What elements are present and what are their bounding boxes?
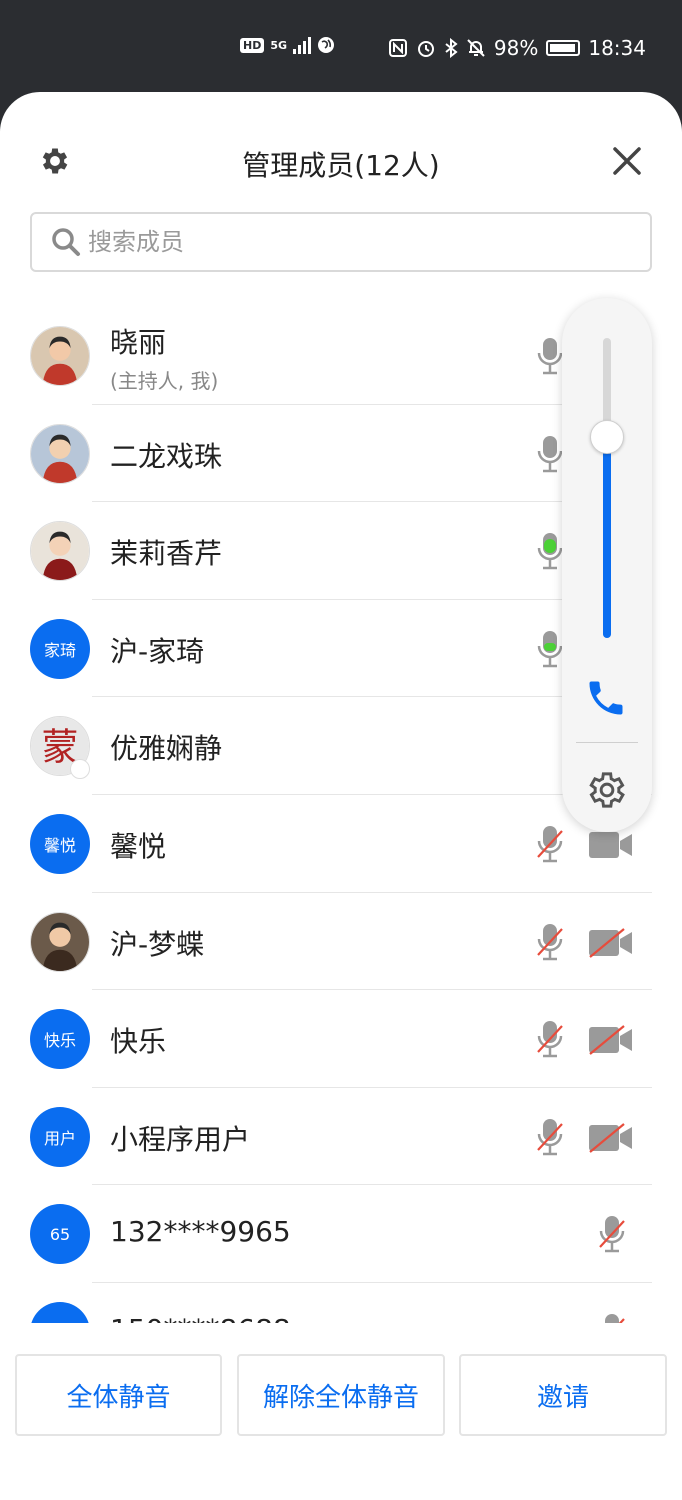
member-name: 优雅娴静 bbox=[110, 732, 223, 766]
member-row[interactable]: 88 150****8688 bbox=[0, 1283, 682, 1323]
search-icon bbox=[52, 228, 80, 256]
member-name: 小程序用户 bbox=[110, 1122, 251, 1156]
mic-muted-icon[interactable] bbox=[532, 823, 568, 865]
panel-divider bbox=[576, 742, 638, 743]
avatar bbox=[30, 521, 90, 582]
mic-muted-icon[interactable] bbox=[532, 1018, 568, 1060]
avatar: 家琦 bbox=[30, 618, 90, 679]
member-name: 晓丽 bbox=[110, 326, 167, 359]
avatar bbox=[30, 911, 90, 972]
network-label: 5G bbox=[270, 38, 288, 52]
footer-actions: 全体静音 解除全体静音 邀请 bbox=[0, 1323, 682, 1500]
clock: 18:34 bbox=[588, 36, 646, 60]
volume-slider-thumb[interactable] bbox=[590, 420, 624, 454]
mute-all-button[interactable]: 全体静音 bbox=[15, 1354, 222, 1436]
panel-settings-icon[interactable] bbox=[585, 768, 629, 812]
unmute-all-button[interactable]: 解除全体静音 bbox=[237, 1354, 445, 1436]
sheet-header: 管理成员(12人) bbox=[0, 92, 682, 212]
member-row[interactable]: 快乐 快乐 bbox=[0, 990, 682, 1088]
avatar: 65 bbox=[30, 1204, 90, 1265]
mic-muted-icon[interactable] bbox=[594, 1311, 630, 1323]
member-name: 茉莉香芹 bbox=[110, 537, 223, 571]
avatar: 馨悦 bbox=[30, 813, 90, 874]
camera-off-icon[interactable] bbox=[588, 1122, 634, 1154]
member-name: 馨悦 bbox=[110, 829, 167, 863]
member-name: 沪-梦蝶 bbox=[110, 927, 205, 961]
search-box[interactable] bbox=[30, 212, 652, 272]
invite-button[interactable]: 邀请 bbox=[459, 1354, 667, 1436]
avatar bbox=[30, 423, 90, 484]
close-icon[interactable] bbox=[610, 144, 644, 178]
phone-icon[interactable] bbox=[584, 676, 628, 720]
member-row[interactable]: 用户 小程序用户 bbox=[0, 1088, 682, 1186]
volume-slider[interactable] bbox=[603, 338, 611, 638]
member-name: 快乐 bbox=[110, 1025, 167, 1059]
status-bar: HD 5G 98% 18:34 bbox=[0, 0, 682, 92]
camera-icon[interactable] bbox=[588, 829, 634, 861]
globe-icon bbox=[318, 37, 335, 53]
bell-off-icon bbox=[467, 39, 485, 57]
member-name: 150****8688 bbox=[110, 1313, 291, 1323]
avatar: 快乐 bbox=[30, 1009, 90, 1070]
hd-badge: HD bbox=[240, 37, 265, 53]
page-title: 管理成员(12人) bbox=[242, 149, 440, 182]
avatar: 用户 bbox=[30, 1106, 90, 1167]
member-role: (主持人, 我) bbox=[110, 369, 219, 393]
speaker-badge-icon bbox=[70, 759, 90, 780]
search-input[interactable] bbox=[88, 228, 608, 256]
mic-muted-icon[interactable] bbox=[532, 1116, 568, 1158]
member-name: 沪-家琦 bbox=[110, 634, 205, 668]
status-left: HD 5G bbox=[240, 36, 335, 54]
battery-percent: 98% bbox=[493, 36, 539, 60]
camera-off-icon[interactable] bbox=[588, 927, 634, 959]
volume-slider-fill bbox=[603, 437, 611, 638]
member-name: 二龙戏珠 bbox=[110, 439, 223, 473]
avatar bbox=[30, 326, 90, 386]
alarm-icon bbox=[417, 41, 434, 57]
floating-volume-panel bbox=[562, 298, 652, 832]
signal-icon bbox=[293, 36, 312, 54]
bluetooth-icon bbox=[445, 38, 458, 58]
mic-muted-icon[interactable] bbox=[532, 921, 568, 963]
member-row[interactable]: 沪-梦蝶 bbox=[0, 893, 682, 991]
member-row[interactable]: 65 132****9965 bbox=[0, 1185, 682, 1283]
status-right: 98% 18:34 bbox=[388, 36, 646, 60]
member-name: 132****9965 bbox=[110, 1215, 291, 1249]
mic-muted-icon[interactable] bbox=[594, 1213, 630, 1255]
nfc-icon bbox=[388, 39, 407, 57]
camera-off-icon[interactable] bbox=[588, 1024, 634, 1056]
battery-icon bbox=[546, 40, 581, 56]
avatar: 88 bbox=[30, 1301, 90, 1323]
